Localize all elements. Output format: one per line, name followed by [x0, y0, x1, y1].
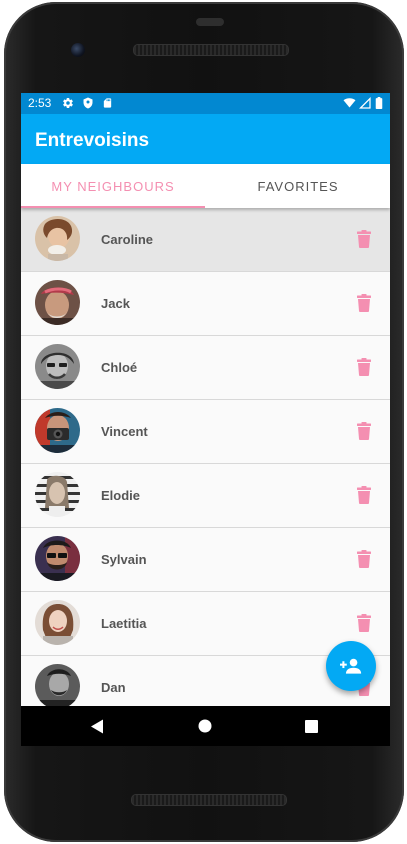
tab-indicator	[21, 206, 205, 208]
avatar	[35, 600, 80, 645]
delete-icon[interactable]	[357, 294, 371, 312]
avatar	[35, 408, 80, 453]
recents-icon[interactable]	[305, 720, 318, 733]
list-item-jack[interactable]: Jack	[21, 272, 390, 336]
delete-icon[interactable]	[357, 486, 371, 504]
wifi-icon	[343, 98, 356, 108]
front-camera	[71, 43, 85, 57]
neighbour-name: Elodie	[101, 488, 141, 503]
navigation-bar	[21, 706, 390, 746]
battery-icon	[375, 97, 383, 109]
tab-favorites-label: FAVORITES	[257, 178, 339, 194]
earpiece	[196, 18, 224, 26]
tab-my-neighbours[interactable]: MY NEIGHBOURS	[21, 164, 205, 208]
delete-icon[interactable]	[357, 422, 371, 440]
status-time: 2:53	[28, 96, 52, 110]
neighbour-list[interactable]: Caroline Jack Chloé Vincent Elodie Sylva…	[21, 208, 390, 706]
avatar	[35, 344, 80, 389]
avatar	[35, 472, 80, 517]
app-bar: Entrevoisins	[21, 114, 390, 164]
avatar	[35, 280, 80, 325]
tab-bar: MY NEIGHBOURS FAVORITES	[21, 164, 390, 208]
tab-my-neighbours-label: MY NEIGHBOURS	[51, 178, 175, 194]
shield-icon	[83, 97, 93, 109]
delete-icon[interactable]	[357, 230, 371, 248]
delete-icon[interactable]	[357, 614, 371, 632]
neighbour-name: Caroline	[101, 232, 154, 247]
avatar	[35, 216, 80, 261]
app-title: Entrevoisins	[35, 130, 150, 151]
list-item-vincent[interactable]: Vincent	[21, 400, 390, 464]
avatar	[35, 536, 80, 581]
list-item-caroline[interactable]: Caroline	[21, 208, 390, 272]
status-bar: 2:53	[21, 93, 390, 114]
neighbour-name: Dan	[101, 680, 126, 695]
signal-icon	[359, 97, 371, 109]
screen: 2:53 Entrevoisins MY NEIGHBOURS FAVORITE…	[21, 93, 390, 746]
sd-card-icon	[103, 98, 112, 108]
delete-icon[interactable]	[357, 358, 371, 376]
neighbour-name: Vincent	[101, 424, 148, 439]
bottom-speaker-grille	[131, 794, 287, 806]
add-person-icon	[340, 658, 362, 674]
home-icon[interactable]	[198, 719, 212, 733]
neighbour-name: Jack	[101, 296, 130, 311]
neighbour-name: Laetitia	[101, 616, 147, 631]
neighbour-name: Chloé	[101, 360, 138, 375]
list-item-elodie[interactable]: Elodie	[21, 464, 390, 528]
delete-icon[interactable]	[357, 550, 371, 568]
add-neighbour-button[interactable]	[326, 641, 376, 691]
tab-favorites[interactable]: FAVORITES	[206, 164, 390, 208]
avatar	[35, 664, 80, 706]
top-speaker-grille	[133, 44, 289, 56]
list-item-sylvain[interactable]: Sylvain	[21, 528, 390, 592]
list-item-chloe[interactable]: Chloé	[21, 336, 390, 400]
neighbour-name: Sylvain	[101, 552, 147, 567]
gear-icon	[63, 98, 73, 109]
back-icon[interactable]	[90, 719, 104, 734]
